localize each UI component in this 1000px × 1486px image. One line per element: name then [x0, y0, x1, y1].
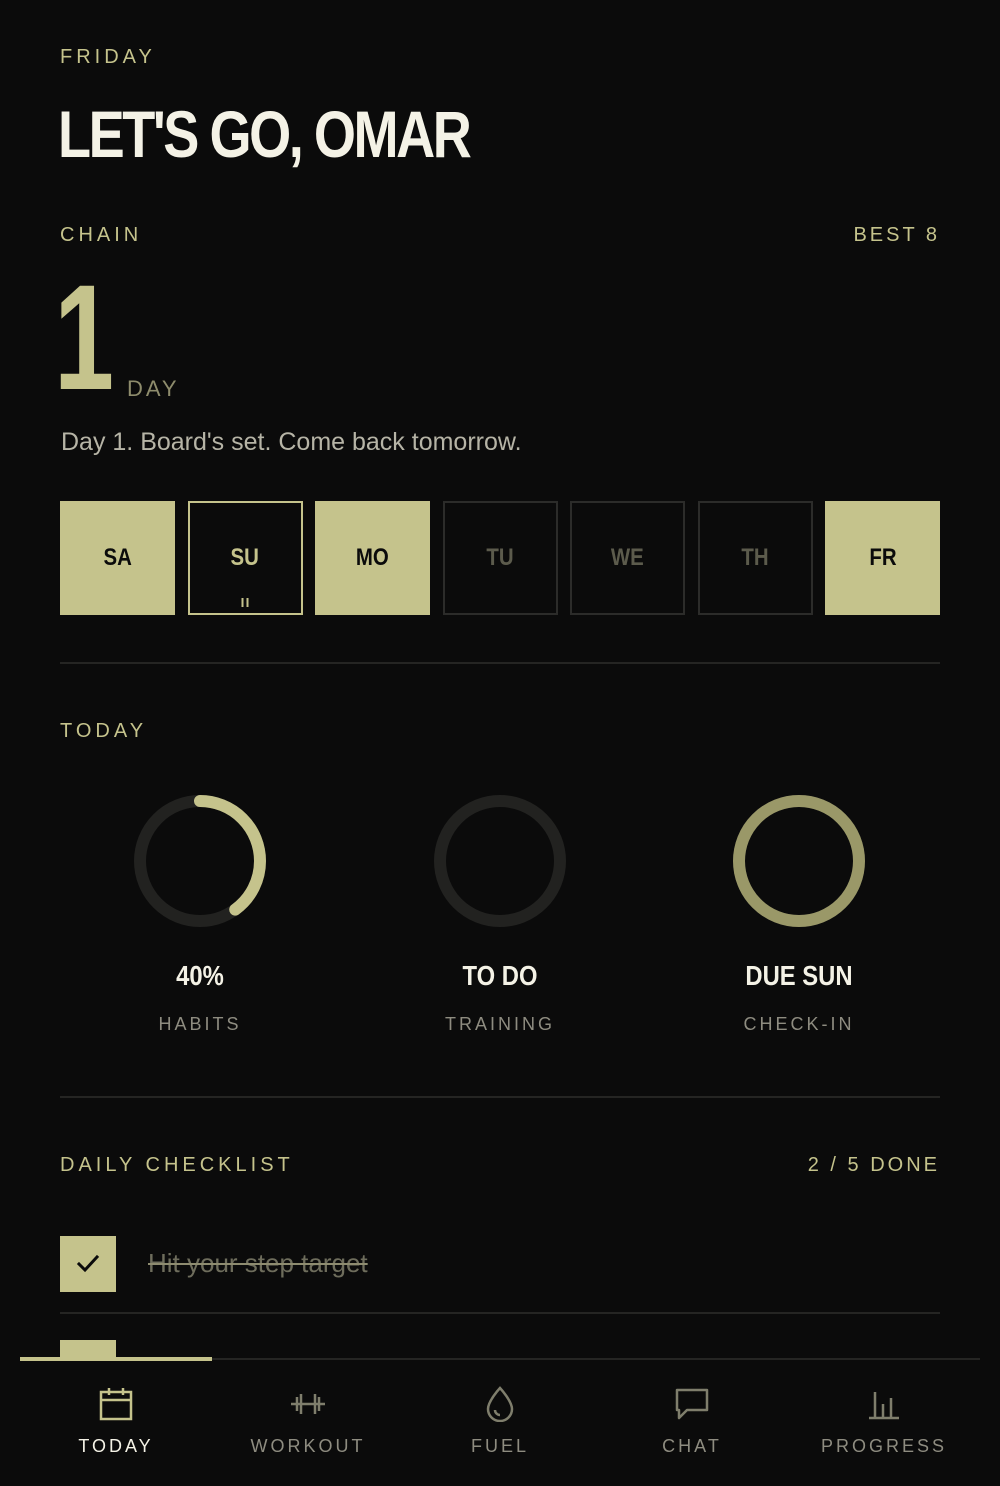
- week-day-label: SA: [103, 544, 132, 571]
- week-day-label: WE: [611, 544, 644, 571]
- checklist-summary: 2 / 5 DONE: [807, 1154, 940, 1176]
- checkin-progress-ring: [733, 795, 865, 927]
- week-day-th[interactable]: TH: [697, 501, 813, 615]
- week-day-label: SU: [230, 544, 260, 571]
- ring-label: CHECK-IN: [743, 1014, 855, 1034]
- week-day-tu[interactable]: TU: [442, 501, 558, 615]
- week-day-fr[interactable]: FR: [825, 501, 940, 615]
- week-day-label: TH: [741, 544, 769, 571]
- checkbox-checked[interactable]: [60, 1236, 116, 1292]
- calendar-icon: [99, 1388, 133, 1421]
- training-ring[interactable]: TO DO TRAINING: [400, 794, 600, 1035]
- nav-label: PROGRESS: [820, 1436, 948, 1456]
- chain-message: Day 1. Board's set. Come back tomorrow.: [61, 428, 522, 456]
- best-streak: BEST 8: [853, 224, 940, 246]
- bottom-nav: TODAY WORKOUT FUEL CHAT PROGRESS: [20, 1357, 980, 1486]
- nav-label: CHAT: [662, 1436, 722, 1456]
- nav-label: TODAY: [78, 1436, 154, 1456]
- nav-workout[interactable]: WORKOUT: [212, 1360, 404, 1486]
- habits-progress-ring: [134, 795, 266, 927]
- nav-today[interactable]: TODAY: [20, 1360, 212, 1486]
- nav-progress[interactable]: PROGRESS: [788, 1360, 980, 1486]
- bar-chart-icon: [869, 1392, 899, 1420]
- ring-value: DUE SUN: [745, 960, 853, 991]
- ring-label: HABITS: [158, 1014, 242, 1034]
- nav-chat[interactable]: CHAT: [596, 1360, 788, 1486]
- today-section-label: TODAY: [60, 720, 148, 742]
- week-day-label: FR: [868, 544, 897, 571]
- greeting-title: LET'S GO, OMAR: [58, 97, 472, 171]
- week-day-sa[interactable]: SA: [60, 501, 175, 615]
- nav-fuel[interactable]: FUEL: [404, 1360, 596, 1486]
- chain-count: 1: [54, 253, 115, 421]
- week-day-mo[interactable]: MO: [315, 501, 430, 615]
- training-progress-ring: [434, 795, 566, 927]
- divider: [60, 1096, 940, 1098]
- ring-label: TRAINING: [444, 1014, 555, 1034]
- chat-bubble-icon: [675, 1388, 709, 1420]
- week-day-su[interactable]: SU: [187, 501, 303, 615]
- checkin-ring[interactable]: DUE SUN CHECK-IN: [699, 794, 899, 1035]
- week-strip: SA SU MO TU WE TH FR: [60, 501, 940, 615]
- checklist-item[interactable]: Hit your step target: [60, 1236, 940, 1314]
- checkmark-icon: [76, 1254, 100, 1273]
- ring-value: TO DO: [462, 960, 538, 991]
- weekday-label: FRIDAY: [60, 46, 156, 68]
- week-day-label: TU: [486, 544, 514, 571]
- pause-icon: [241, 598, 249, 607]
- checklist-section-label: DAILY CHECKLIST: [60, 1154, 294, 1176]
- week-day-we[interactable]: WE: [570, 501, 685, 615]
- week-day-label: MO: [356, 544, 389, 571]
- divider: [60, 662, 940, 664]
- nav-label: WORKOUT: [250, 1436, 366, 1456]
- ring-value: 40%: [176, 960, 224, 991]
- chain-section-label: CHAIN: [60, 224, 143, 246]
- today-screen: FRIDAY LET'S GO, OMAR CHAIN BEST 8 1 DAY…: [0, 0, 1000, 1360]
- habits-ring[interactable]: 40% HABITS: [100, 794, 300, 1035]
- dumbbell-icon: [291, 1394, 325, 1414]
- chain-unit: DAY: [127, 376, 180, 401]
- drop-icon: [486, 1386, 514, 1422]
- checklist-item-text: Hit your step target: [148, 1248, 368, 1278]
- nav-label: FUEL: [470, 1436, 529, 1456]
